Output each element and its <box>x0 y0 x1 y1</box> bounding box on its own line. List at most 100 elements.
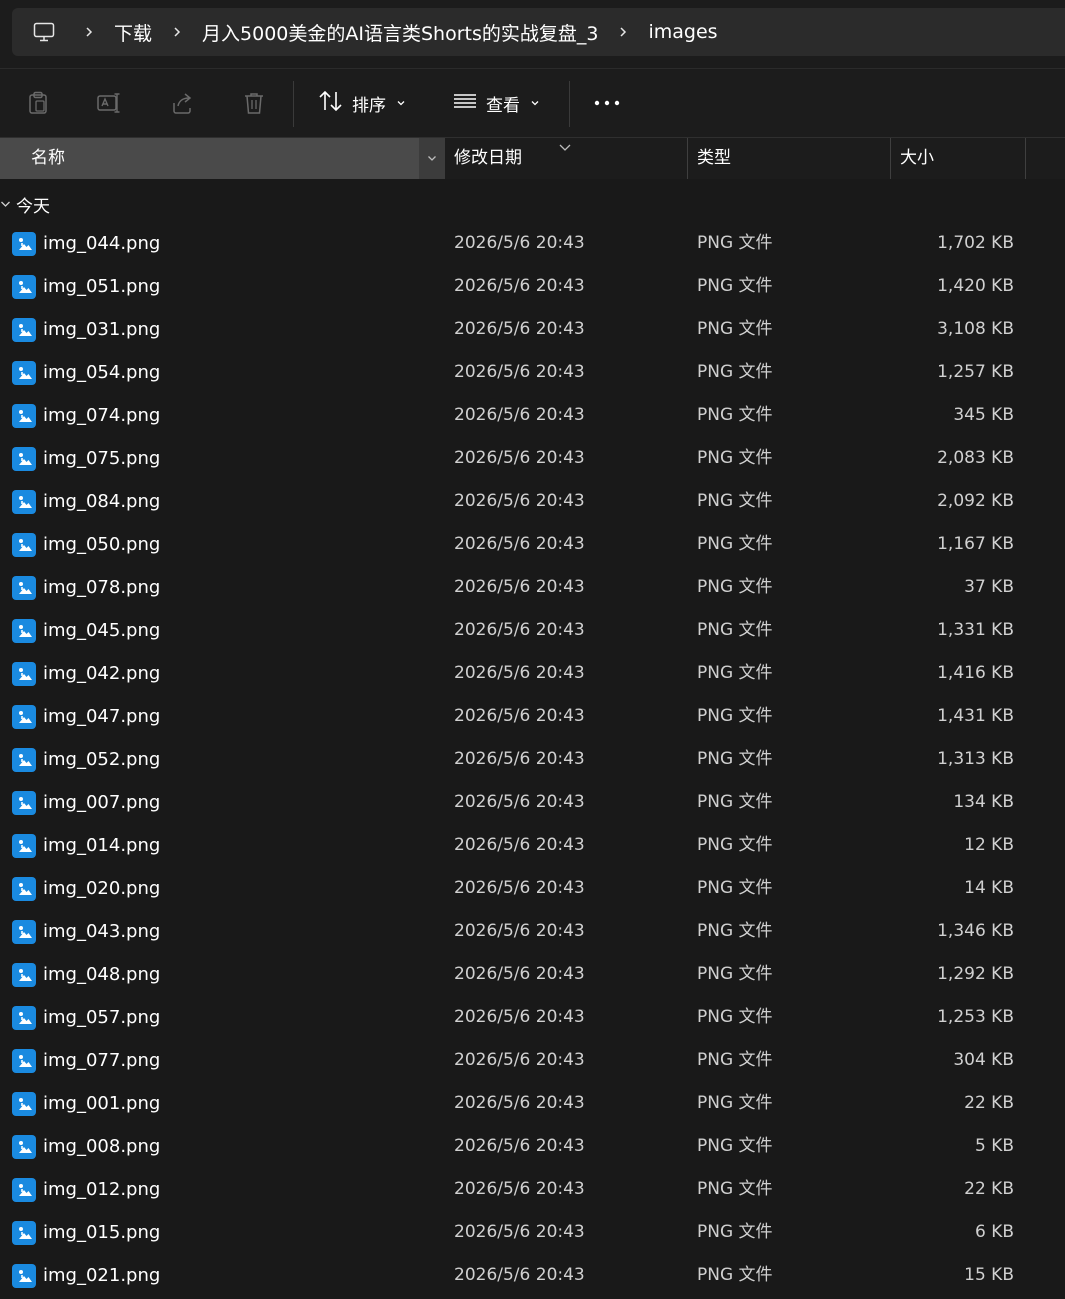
file-row[interactable]: img_042.png 2026/5/6 20:43 PNG 文件 1,416 KB <box>0 652 1065 695</box>
file-size: 15 KB <box>964 1265 1014 1285</box>
png-file-icon <box>12 318 36 342</box>
file-row[interactable]: img_054.png 2026/5/6 20:43 PNG 文件 1,257 KB <box>0 351 1065 394</box>
file-row[interactable]: img_015.png 2026/5/6 20:43 PNG 文件 6 KB <box>0 1211 1065 1254</box>
file-type: PNG 文件 <box>697 1007 773 1027</box>
file-date: 2026/5/6 20:43 <box>454 1136 585 1156</box>
more-options-icon[interactable] <box>591 87 623 119</box>
file-size: 1,346 KB <box>937 921 1014 941</box>
share-icon[interactable] <box>166 87 198 119</box>
chevron-down-icon[interactable] <box>0 195 12 214</box>
chevron-right-icon[interactable] <box>76 26 102 38</box>
file-type: PNG 文件 <box>697 577 773 597</box>
file-row[interactable]: img_012.png 2026/5/6 20:43 PNG 文件 22 KB <box>0 1168 1065 1211</box>
file-type: PNG 文件 <box>697 405 773 425</box>
breadcrumb-item-folder[interactable]: 月入5000美金的AI语言类Shorts的实战复盘_3 <box>190 19 610 46</box>
file-size: 6 KB <box>974 1222 1014 1242</box>
view-list-icon <box>452 90 478 117</box>
file-row[interactable]: img_084.png 2026/5/6 20:43 PNG 文件 2,092 KB <box>0 480 1065 523</box>
file-row[interactable]: img_052.png 2026/5/6 20:43 PNG 文件 1,313 KB <box>0 738 1065 781</box>
file-row[interactable]: img_077.png 2026/5/6 20:43 PNG 文件 304 KB <box>0 1039 1065 1082</box>
file-row[interactable]: img_057.png 2026/5/6 20:43 PNG 文件 1,253 KB <box>0 996 1065 1039</box>
chevron-right-icon[interactable] <box>610 26 636 38</box>
rename-icon[interactable] <box>94 87 126 119</box>
file-name: img_044.png <box>43 233 161 254</box>
file-type: PNG 文件 <box>697 448 773 468</box>
file-row[interactable]: img_007.png 2026/5/6 20:43 PNG 文件 134 KB <box>0 781 1065 824</box>
file-name: img_048.png <box>43 964 161 985</box>
file-name: img_054.png <box>43 362 161 383</box>
file-row[interactable]: img_050.png 2026/5/6 20:43 PNG 文件 1,167 KB <box>0 523 1065 566</box>
view-label: 查看 <box>486 95 520 116</box>
view-button[interactable]: 查看 <box>452 85 540 121</box>
file-list: img_044.png 2026/5/6 20:43 PNG 文件 1,702 KB i… <box>0 222 1065 1297</box>
file-size: 1,257 KB <box>937 362 1014 382</box>
file-name: img_057.png <box>43 1007 161 1028</box>
file-name: img_007.png <box>43 792 161 813</box>
file-type: PNG 文件 <box>697 835 773 855</box>
png-file-icon <box>12 877 36 901</box>
file-type: PNG 文件 <box>697 792 773 812</box>
file-row[interactable]: img_021.png 2026/5/6 20:43 PNG 文件 15 KB <box>0 1254 1065 1297</box>
file-row[interactable]: img_047.png 2026/5/6 20:43 PNG 文件 1,431 KB <box>0 695 1065 738</box>
file-row[interactable]: img_074.png 2026/5/6 20:43 PNG 文件 345 KB <box>0 394 1065 437</box>
file-row[interactable]: img_001.png 2026/5/6 20:43 PNG 文件 22 KB <box>0 1082 1065 1125</box>
file-size: 1,420 KB <box>937 276 1014 296</box>
png-file-icon <box>12 705 36 729</box>
file-row[interactable]: img_020.png 2026/5/6 20:43 PNG 文件 14 KB <box>0 867 1065 910</box>
file-date: 2026/5/6 20:43 <box>454 1265 585 1285</box>
file-date: 2026/5/6 20:43 <box>454 964 585 984</box>
png-file-icon <box>12 576 36 600</box>
file-type: PNG 文件 <box>697 491 773 511</box>
chevron-right-icon[interactable] <box>164 26 190 38</box>
sort-button[interactable]: 排序 <box>318 85 406 121</box>
breadcrumb-item-downloads[interactable]: 下载 <box>102 19 164 46</box>
column-separator[interactable] <box>890 138 891 179</box>
file-size: 1,331 KB <box>937 620 1014 640</box>
file-name: img_020.png <box>43 878 161 899</box>
file-name: img_051.png <box>43 276 161 297</box>
column-name-filter[interactable] <box>419 138 445 179</box>
column-name-label: 名称 <box>31 148 65 168</box>
file-date: 2026/5/6 20:43 <box>454 1093 585 1113</box>
toolbar-divider <box>293 81 294 127</box>
file-date: 2026/5/6 20:43 <box>454 878 585 898</box>
png-file-icon <box>12 361 36 385</box>
delete-icon[interactable] <box>238 87 270 119</box>
file-date: 2026/5/6 20:43 <box>454 405 585 425</box>
group-header-today[interactable]: 今天 <box>0 184 50 224</box>
address-bar[interactable]: 下载 月入5000美金的AI语言类Shorts的实战复盘_3 images <box>12 8 1065 56</box>
breadcrumb-item-images[interactable]: images <box>636 21 729 43</box>
file-date: 2026/5/6 20:43 <box>454 276 585 296</box>
file-date: 2026/5/6 20:43 <box>454 835 585 855</box>
column-header-date[interactable]: 修改日期 <box>454 138 522 179</box>
file-date: 2026/5/6 20:43 <box>454 1222 585 1242</box>
png-file-icon <box>12 791 36 815</box>
file-size: 37 KB <box>964 577 1014 597</box>
file-row[interactable]: img_051.png 2026/5/6 20:43 PNG 文件 1,420 KB <box>0 265 1065 308</box>
file-row[interactable]: img_031.png 2026/5/6 20:43 PNG 文件 3,108 KB <box>0 308 1065 351</box>
png-file-icon <box>12 232 36 256</box>
file-row[interactable]: img_045.png 2026/5/6 20:43 PNG 文件 1,331 KB <box>0 609 1065 652</box>
file-date: 2026/5/6 20:43 <box>454 706 585 726</box>
file-row[interactable]: img_008.png 2026/5/6 20:43 PNG 文件 5 KB <box>0 1125 1065 1168</box>
file-type: PNG 文件 <box>697 319 773 339</box>
file-name: img_084.png <box>43 491 161 512</box>
column-separator[interactable] <box>687 138 688 179</box>
file-type: PNG 文件 <box>697 706 773 726</box>
file-row[interactable]: img_075.png 2026/5/6 20:43 PNG 文件 2,083 KB <box>0 437 1065 480</box>
file-row[interactable]: img_043.png 2026/5/6 20:43 PNG 文件 1,346 KB <box>0 910 1065 953</box>
this-pc-icon[interactable] <box>12 8 76 56</box>
file-type: PNG 文件 <box>697 1136 773 1156</box>
paste-icon[interactable] <box>22 87 54 119</box>
column-header-name[interactable]: 名称 <box>0 138 419 179</box>
column-separator[interactable] <box>1025 138 1026 179</box>
column-header-type[interactable]: 类型 <box>697 138 731 179</box>
file-name: img_008.png <box>43 1136 161 1157</box>
file-date: 2026/5/6 20:43 <box>454 491 585 511</box>
column-header-size[interactable]: 大小 <box>900 138 934 179</box>
file-row[interactable]: img_044.png 2026/5/6 20:43 PNG 文件 1,702 KB <box>0 222 1065 265</box>
file-row[interactable]: img_014.png 2026/5/6 20:43 PNG 文件 12 KB <box>0 824 1065 867</box>
file-row[interactable]: img_078.png 2026/5/6 20:43 PNG 文件 37 KB <box>0 566 1065 609</box>
file-type: PNG 文件 <box>697 1222 773 1242</box>
file-row[interactable]: img_048.png 2026/5/6 20:43 PNG 文件 1,292 KB <box>0 953 1065 996</box>
